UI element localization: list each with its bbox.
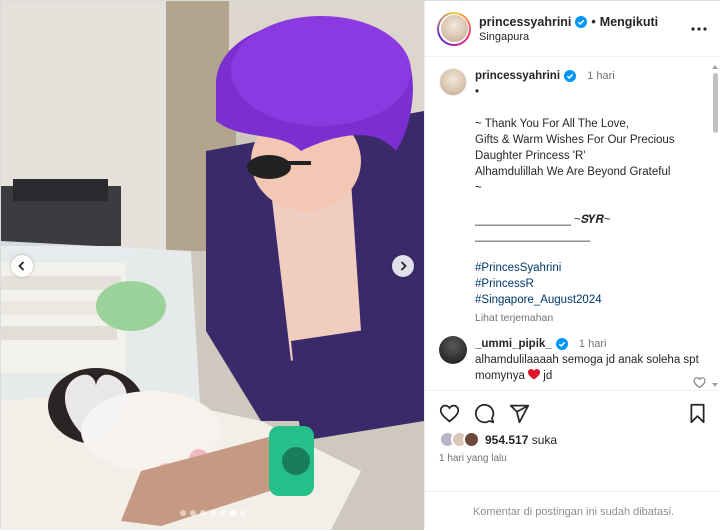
author-avatar[interactable] — [437, 11, 471, 46]
post-location[interactable]: Singapura — [479, 31, 658, 43]
hashtag-link[interactable]: #PrincessR — [475, 276, 715, 292]
comment-text-cont: jd — [543, 370, 553, 382]
caption-hashtags: #PrincesSyahrini #PrincessR #Singapore_Aug… — [475, 260, 715, 308]
scrollbar-thumb[interactable] — [713, 73, 718, 133]
see-translation-link[interactable]: Lihat terjemahan — [475, 310, 715, 326]
verified-icon — [575, 15, 588, 28]
heart-icon[interactable] — [439, 403, 460, 424]
comment-text: alhamdulilaaaah semoga jd anak soleha sp… — [475, 354, 699, 382]
post-photo[interactable] — [1, 1, 424, 530]
hashtag-link[interactable]: #Singapore_August2024 — [475, 292, 715, 308]
caption-line — [475, 244, 715, 260]
likes-count[interactable]: 954.517 suka — [485, 433, 557, 447]
caption-time: 1 hari — [587, 70, 615, 82]
author-username[interactable]: princessyahrini — [479, 15, 571, 29]
carousel-dot — [239, 510, 246, 516]
caption-line: • — [475, 86, 480, 98]
caption-text: • ~ Thank You For All The Love, Gifts & W… — [475, 84, 715, 260]
caption-line: _______________ ~𝑺𝒀𝑹~ — [475, 214, 611, 226]
carousel-indicator — [1, 510, 424, 516]
caption-line: ~ — [475, 182, 482, 194]
likes-summary[interactable]: 954.517 suka — [439, 431, 557, 448]
verified-icon — [564, 70, 577, 82]
comments-section[interactable]: princessyahrini 1 hari • ~ Thank You For… — [425, 58, 720, 390]
caption-line: Alhamdulillah We Are Beyond Grateful — [475, 166, 671, 178]
hashtag-link[interactable]: #PrincesSyahrini — [475, 260, 715, 276]
carousel-dot — [199, 510, 206, 516]
caption-line: Daughter Princess 'R' — [475, 150, 586, 162]
verified-icon — [555, 338, 568, 350]
previous-slide-button[interactable] — [11, 255, 33, 277]
comment-icon[interactable] — [474, 403, 495, 424]
carousel-dot — [179, 510, 186, 516]
caption-avatar[interactable] — [439, 68, 467, 96]
post-modal: princessyahrini • Mengikuti Singapura pr… — [0, 0, 720, 530]
carousel-dot — [229, 510, 236, 516]
post-header: princessyahrini • Mengikuti Singapura — [425, 1, 720, 57]
caption-line: __________________ — [475, 230, 591, 242]
share-icon[interactable] — [509, 403, 530, 424]
red-heart-emoji-icon — [528, 369, 541, 380]
caption: princessyahrini 1 hari • ~ Thank You For… — [439, 68, 675, 324]
caption-line — [475, 100, 715, 116]
photo-illustration — [1, 1, 424, 530]
caption-line: ~ Thank You For All The Love, — [475, 118, 629, 130]
comments-disabled-notice: Komentar di postingan ini sudah dibatasi… — [425, 491, 720, 531]
liker-avatar — [463, 431, 480, 448]
more-icon[interactable] — [690, 21, 708, 37]
carousel-dot — [219, 510, 226, 516]
comment-like-icon[interactable] — [693, 376, 706, 389]
caption-username[interactable]: princessyahrini — [475, 68, 560, 84]
caption-line — [475, 196, 715, 212]
commenter-avatar[interactable] — [439, 336, 467, 364]
chevron-right-icon — [400, 261, 407, 271]
bookmark-icon[interactable] — [687, 403, 708, 424]
following-button[interactable]: Mengikuti — [600, 15, 658, 29]
next-slide-button[interactable] — [392, 255, 414, 277]
comment-time: 1 hari — [578, 338, 607, 350]
carousel-dot — [209, 510, 216, 516]
separator-dot: • — [591, 14, 596, 29]
post-sidebar: princessyahrini • Mengikuti Singapura pr… — [424, 1, 720, 530]
commenter-username[interactable]: _ummi_pipik_ — [475, 336, 552, 352]
carousel-dot — [189, 510, 196, 516]
post-timestamp[interactable]: 1 hari yang lalu — [439, 453, 507, 464]
caption-line: Gifts & Warm Wishes For Our Precious — [475, 134, 675, 146]
post-actions: 954.517 suka 1 hari yang lalu Komentar d… — [425, 390, 720, 530]
chevron-left-icon — [18, 261, 25, 271]
